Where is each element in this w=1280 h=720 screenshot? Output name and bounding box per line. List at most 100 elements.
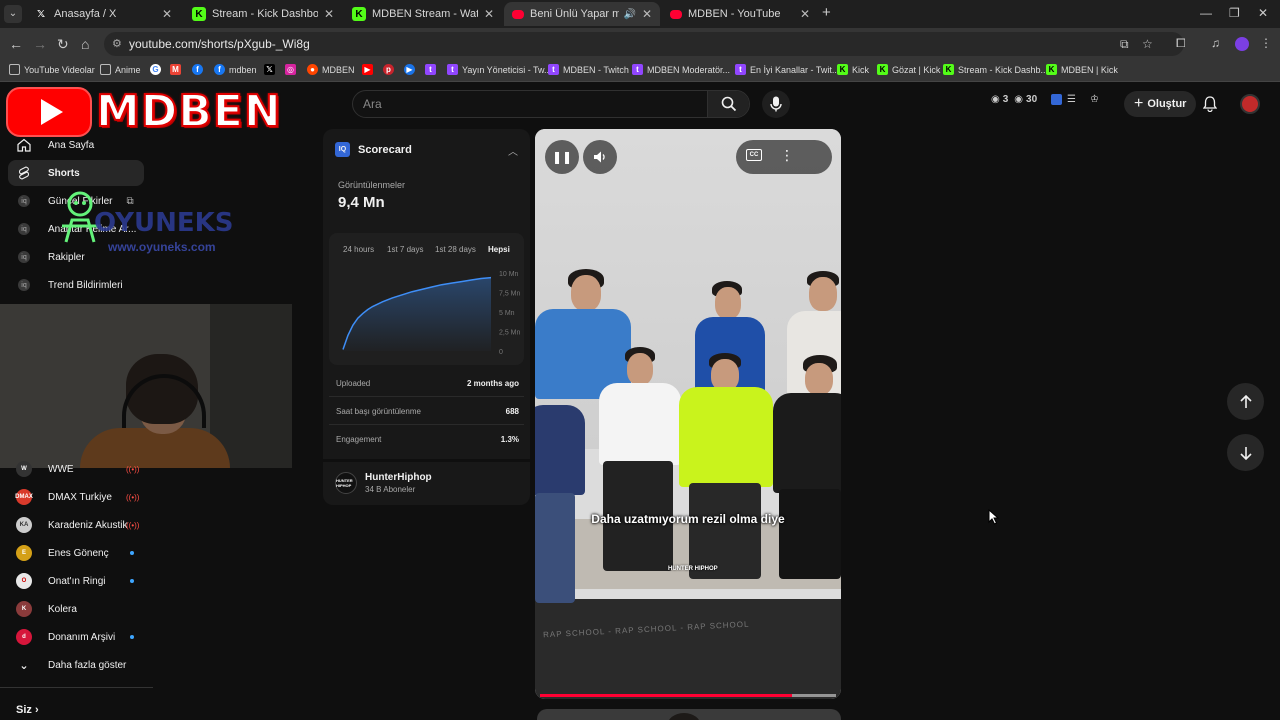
menu-dots-icon[interactable]: ⋮: [1260, 36, 1272, 50]
search-button[interactable]: [707, 91, 749, 117]
home-icon[interactable]: ⌂: [81, 36, 89, 52]
url-text[interactable]: youtube.com/shorts/pXgub-_Wi8g: [129, 37, 310, 51]
scorecard-channel[interactable]: HUNTER HIPHOP HunterHiphop 34 B Aboneler: [335, 472, 432, 494]
sidebar-item-keyword-research[interactable]: iq Anahtar Kelime Ar...: [8, 216, 144, 242]
bookmark-youtube[interactable]: ▶: [362, 64, 377, 75]
channel-name: Donanım Arşivi: [48, 631, 116, 643]
show-more-button[interactable]: ⌄ Daha fazla göster: [8, 652, 146, 678]
chart-tab-28d[interactable]: 1st 28 days: [435, 245, 476, 254]
next-short-button[interactable]: [1227, 434, 1264, 471]
tab-kick-stream[interactable]: K MDBEN Stream - Watch Live on ✕: [344, 2, 502, 26]
extension-stats[interactable]: ◉ 3 ◉ 30: [991, 94, 1037, 105]
bookmark-kick-dashboard[interactable]: K Stream - Kick Dashb...: [943, 64, 1048, 75]
subscription-item[interactable]: W WWE ((•)): [8, 456, 146, 482]
close-icon[interactable]: ✕: [484, 7, 494, 21]
sidebar-item-home[interactable]: Ana Sayfa: [8, 132, 144, 158]
sidebar-item-trend-alerts[interactable]: iq Trend Bildirimleri: [8, 272, 144, 298]
volume-button[interactable]: [583, 140, 617, 174]
speaker-icon[interactable]: 🔊: [623, 9, 635, 20]
minimize-icon[interactable]: —: [1200, 6, 1212, 20]
bookmark-mdben-kick[interactable]: K MDBEN | Kick: [1046, 64, 1118, 75]
search-input[interactable]: [363, 97, 703, 111]
reload-icon[interactable]: ↻: [57, 36, 69, 53]
list-icon[interactable]: ☰: [1067, 94, 1076, 105]
tab-x-home[interactable]: 𝕏 Anasayfa / X ✕: [26, 2, 180, 26]
bookmark-instagram[interactable]: ◎: [285, 64, 300, 75]
more-options-icon[interactable]: ⋮: [780, 147, 794, 164]
bookmark-play[interactable]: ▶: [404, 64, 419, 75]
close-icon[interactable]: ✕: [162, 7, 172, 21]
youtube-logo[interactable]: [6, 87, 92, 137]
subscription-item[interactable]: d Donanım Arşivi: [8, 624, 146, 650]
folder-icon: [9, 64, 20, 75]
chart-tab-all[interactable]: Hepsi: [488, 245, 510, 254]
bookmark-pinterest[interactable]: p: [383, 64, 398, 75]
kick-icon: K: [1046, 64, 1057, 75]
site-info-icon[interactable]: ⚙: [112, 37, 122, 50]
account-avatar[interactable]: [1240, 94, 1260, 114]
bookmark-mdben-mod[interactable]: t MDBEN Moderatör...: [632, 64, 730, 75]
bookmark-mdben-reddit[interactable]: ● MDBEN: [307, 64, 355, 75]
voice-search-button[interactable]: [762, 90, 790, 118]
pause-button[interactable]: ❚❚: [545, 140, 579, 174]
subscription-item[interactable]: KA Karadeniz Akustik ((•)): [8, 512, 146, 538]
extensions-icon[interactable]: ⧠: [1176, 36, 1186, 51]
youtube-icon: ▶: [362, 64, 373, 75]
install-icon[interactable]: ⧉: [1120, 37, 1129, 52]
shorts-video-player[interactable]: RAP SCHOOL - RAP SCHOOL - RAP SCHOOL ❚❚ …: [535, 129, 841, 699]
views-label: Görüntülenmeler: [338, 180, 406, 190]
previous-short-button[interactable]: [1227, 383, 1264, 420]
chart-tab-7d[interactable]: 1st 7 days: [387, 245, 423, 254]
create-button[interactable]: + Oluştur: [1124, 91, 1197, 117]
subscription-item[interactable]: O Onat'ın Ringi: [8, 568, 146, 594]
window-close-icon[interactable]: ✕: [1258, 6, 1268, 20]
subscription-item[interactable]: DMAX DMAX Turkiye ((•)): [8, 484, 146, 510]
bookmark-x[interactable]: 𝕏: [264, 64, 279, 75]
close-icon[interactable]: ✕: [800, 7, 810, 21]
forward-icon[interactable]: →: [33, 36, 47, 52]
bookmark-google[interactable]: G: [150, 64, 165, 75]
tab-kick-dashboard[interactable]: K Stream - Kick Dashboard ✕: [184, 2, 342, 26]
subscription-item[interactable]: E Enes Gönenç: [8, 540, 146, 566]
bookmark-mdben-fb[interactable]: f mdben: [214, 64, 257, 75]
you-section-header[interactable]: Siz ›: [16, 704, 39, 716]
sidebar-item-trending-ideas[interactable]: iq Güncel Fikirler ⧉: [8, 188, 144, 214]
bookmark-twitch[interactable]: t: [425, 64, 440, 75]
close-icon[interactable]: ✕: [642, 7, 652, 21]
close-icon[interactable]: ✕: [324, 7, 334, 21]
omnibox[interactable]: ⚙ youtube.com/shorts/pXgub-_Wi8g ⧉ ☆: [104, 32, 1184, 56]
new-tab-button[interactable]: +: [822, 4, 831, 21]
bookmark-mdben-twitch[interactable]: t MDBEN - Twitch: [548, 64, 629, 75]
bookmark-gmail[interactable]: M: [170, 64, 185, 75]
bookmark-kick[interactable]: K Kick: [837, 64, 869, 75]
next-short-preview[interactable]: [537, 709, 841, 720]
profile-avatar[interactable]: [1235, 37, 1249, 51]
tab-search-icon[interactable]: ⌄: [4, 5, 22, 23]
vidiq-extension-icon[interactable]: [1051, 94, 1062, 105]
maximize-icon[interactable]: ❐: [1229, 6, 1240, 20]
notifications-bell-icon[interactable]: [1202, 96, 1218, 117]
collapse-chevron-icon[interactable]: ︿: [508, 143, 518, 158]
sidebar-item-competitors[interactable]: iq Rakipler: [8, 244, 144, 270]
bookmark-folder[interactable]: Anime: [100, 64, 141, 75]
back-icon[interactable]: ←: [9, 36, 23, 52]
chart-tab-24h[interactable]: 24 hours: [343, 245, 374, 254]
bookmark-star-icon[interactable]: ☆: [1142, 37, 1153, 51]
captions-icon[interactable]: CC: [746, 149, 762, 161]
address-toolbar: ← → ↻ ⌂ ⚙ youtube.com/shorts/pXgub-_Wi8g…: [0, 28, 1280, 60]
bookmark-twitch-manager[interactable]: t Yayın Yöneticisi - Tw...: [447, 64, 552, 75]
video-progress-bar[interactable]: [540, 694, 836, 697]
tab-youtube-channel[interactable]: MDBEN - YouTube ✕: [662, 2, 818, 26]
subscription-item[interactable]: K Kolera: [8, 596, 146, 622]
bookmark-facebook[interactable]: f: [192, 64, 207, 75]
bookmark-folder[interactable]: YouTube Videolar: [9, 64, 95, 75]
sidebar-item-label: Trend Bildirimleri: [48, 279, 123, 291]
sidebar-item-shorts[interactable]: Shorts: [8, 160, 144, 186]
instagram-icon: ◎: [285, 64, 296, 75]
facebook-icon: f: [192, 64, 203, 75]
trophy-icon[interactable]: ♔: [1090, 94, 1099, 105]
tab-youtube-short[interactable]: Beni Ünlü Yapar mısın İbrahi 🔊 ✕: [504, 2, 660, 26]
bookmark-top-channels[interactable]: t En İyi Kanallar - Twit...: [735, 64, 839, 75]
bookmark-kick-browse[interactable]: K Gözat | Kick: [877, 64, 940, 75]
media-icon[interactable]: ♫: [1211, 36, 1220, 50]
